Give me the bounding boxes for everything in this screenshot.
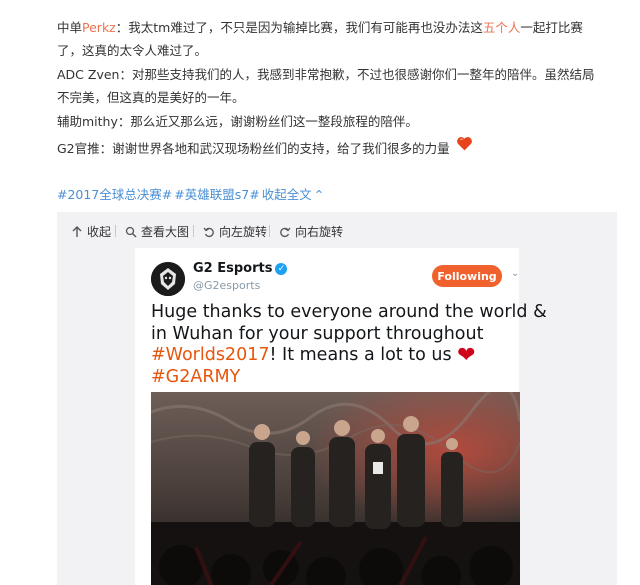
tweet-account-handle: @G2esports	[193, 279, 261, 292]
following-button: Following	[432, 265, 502, 287]
view-large-button[interactable]: 查看大图	[125, 223, 189, 240]
topic-tag-worlds[interactable]: #2017全球总决赛#	[57, 187, 172, 202]
tweet-line: #Worlds2017! It means a lot to us ❤	[151, 345, 517, 367]
view-large-label: 查看大图	[141, 225, 190, 239]
toolbar-divider	[193, 225, 194, 237]
toolbar-divider	[269, 225, 270, 237]
heart-emoji-icon	[456, 137, 472, 151]
chevron-up-icon[interactable]: ⌃	[314, 187, 324, 202]
red-heart-icon: ❤	[457, 343, 476, 368]
magnifier-icon	[125, 226, 137, 237]
toolbar-divider	[115, 225, 116, 237]
post-line-perkz: 中单Perkz：我太tm难过了，不只是因为输掉比赛，我们有可能再也没办法这五个人…	[57, 16, 583, 39]
post-line: G2官推：谢谢世界各地和武汉现场粉丝们的支持，给了我们很多的力量	[57, 136, 473, 160]
collapse-image-button[interactable]: 收起	[71, 223, 111, 240]
image-viewer-panel: 收起 查看大图 向左旋转 向右旋转 G2 Esports ✓ @G2esport…	[57, 212, 617, 585]
team-photo-illustration	[151, 392, 520, 585]
embedded-tweet-image[interactable]: G2 Esports ✓ @G2esports Following ⌄ Huge …	[135, 248, 547, 585]
post-line: 了，这真的太令人难过了。	[57, 43, 208, 58]
verified-badge-icon: ✓	[275, 262, 288, 275]
rotate-left-icon	[203, 227, 214, 237]
mention-link-perkz[interactable]: Perkz	[82, 20, 116, 35]
rotate-right-icon	[280, 227, 291, 237]
tweet-text-segment: ! It means a lot to us	[269, 345, 452, 365]
team-stage-photo	[151, 392, 520, 585]
post-line: 不完美，但这真的是美好的一年。	[57, 90, 245, 105]
post-line: ADC Zven：对那些支持我们的人，我感到非常抱歉，不过也很感谢你们一整年的陪…	[57, 67, 595, 82]
hashtag-g2army: #G2ARMY	[151, 366, 241, 387]
topic-tags: #2017全球总决赛# #英雄联盟s7# 收起全文 ⌃	[57, 184, 326, 203]
topic-tag-lol[interactable]: #英雄联盟s7#	[174, 187, 259, 202]
rotate-right-button[interactable]: 向右旋转	[279, 223, 343, 240]
tweet-line: Huge thanks to everyone around the world…	[151, 302, 547, 322]
tweet-account-name: G2 Esports ✓	[193, 261, 288, 276]
g2-logo-icon	[151, 262, 185, 296]
post-text-segment: ：我太tm难过了，不只是因为输掉比赛，我们有可能再也没办法这	[115, 20, 483, 35]
image-toolbar: 收起 查看大图 向左旋转 向右旋转	[57, 212, 617, 250]
account-name-text: G2 Esports	[193, 261, 273, 276]
hashtag-worlds2017: #Worlds2017	[151, 345, 270, 365]
g2-avatar	[151, 262, 185, 296]
collapse-label: 收起	[87, 225, 112, 239]
post-text-segment: 中单	[57, 20, 83, 35]
rotate-left-label: 向左旋转	[219, 225, 268, 239]
collapse-text-link[interactable]: 收起全文	[262, 187, 312, 202]
rotate-right-label: 向右旋转	[295, 225, 344, 239]
keyword-link[interactable]: 五个人	[483, 20, 521, 35]
tweet-line: #G2ARMY	[151, 367, 517, 389]
rotate-left-button[interactable]: 向左旋转	[203, 223, 267, 240]
chevron-down-icon: ⌄	[511, 268, 520, 279]
post-line: 辅助mithy：那么近又那么远，谢谢粉丝们这一整段旅程的陪伴。	[57, 114, 418, 129]
post-text-segment: 一起打比赛	[520, 20, 583, 35]
tweet-line: in Wuhan for your support throughout	[151, 323, 484, 344]
tweet-text: Huge thanks to everyone around the world…	[151, 302, 547, 389]
post-text-segment: G2官推：谢谢世界各地和武汉现场粉丝们的支持，给了我们很多的力量	[57, 141, 450, 156]
arrow-up-icon	[72, 225, 82, 237]
